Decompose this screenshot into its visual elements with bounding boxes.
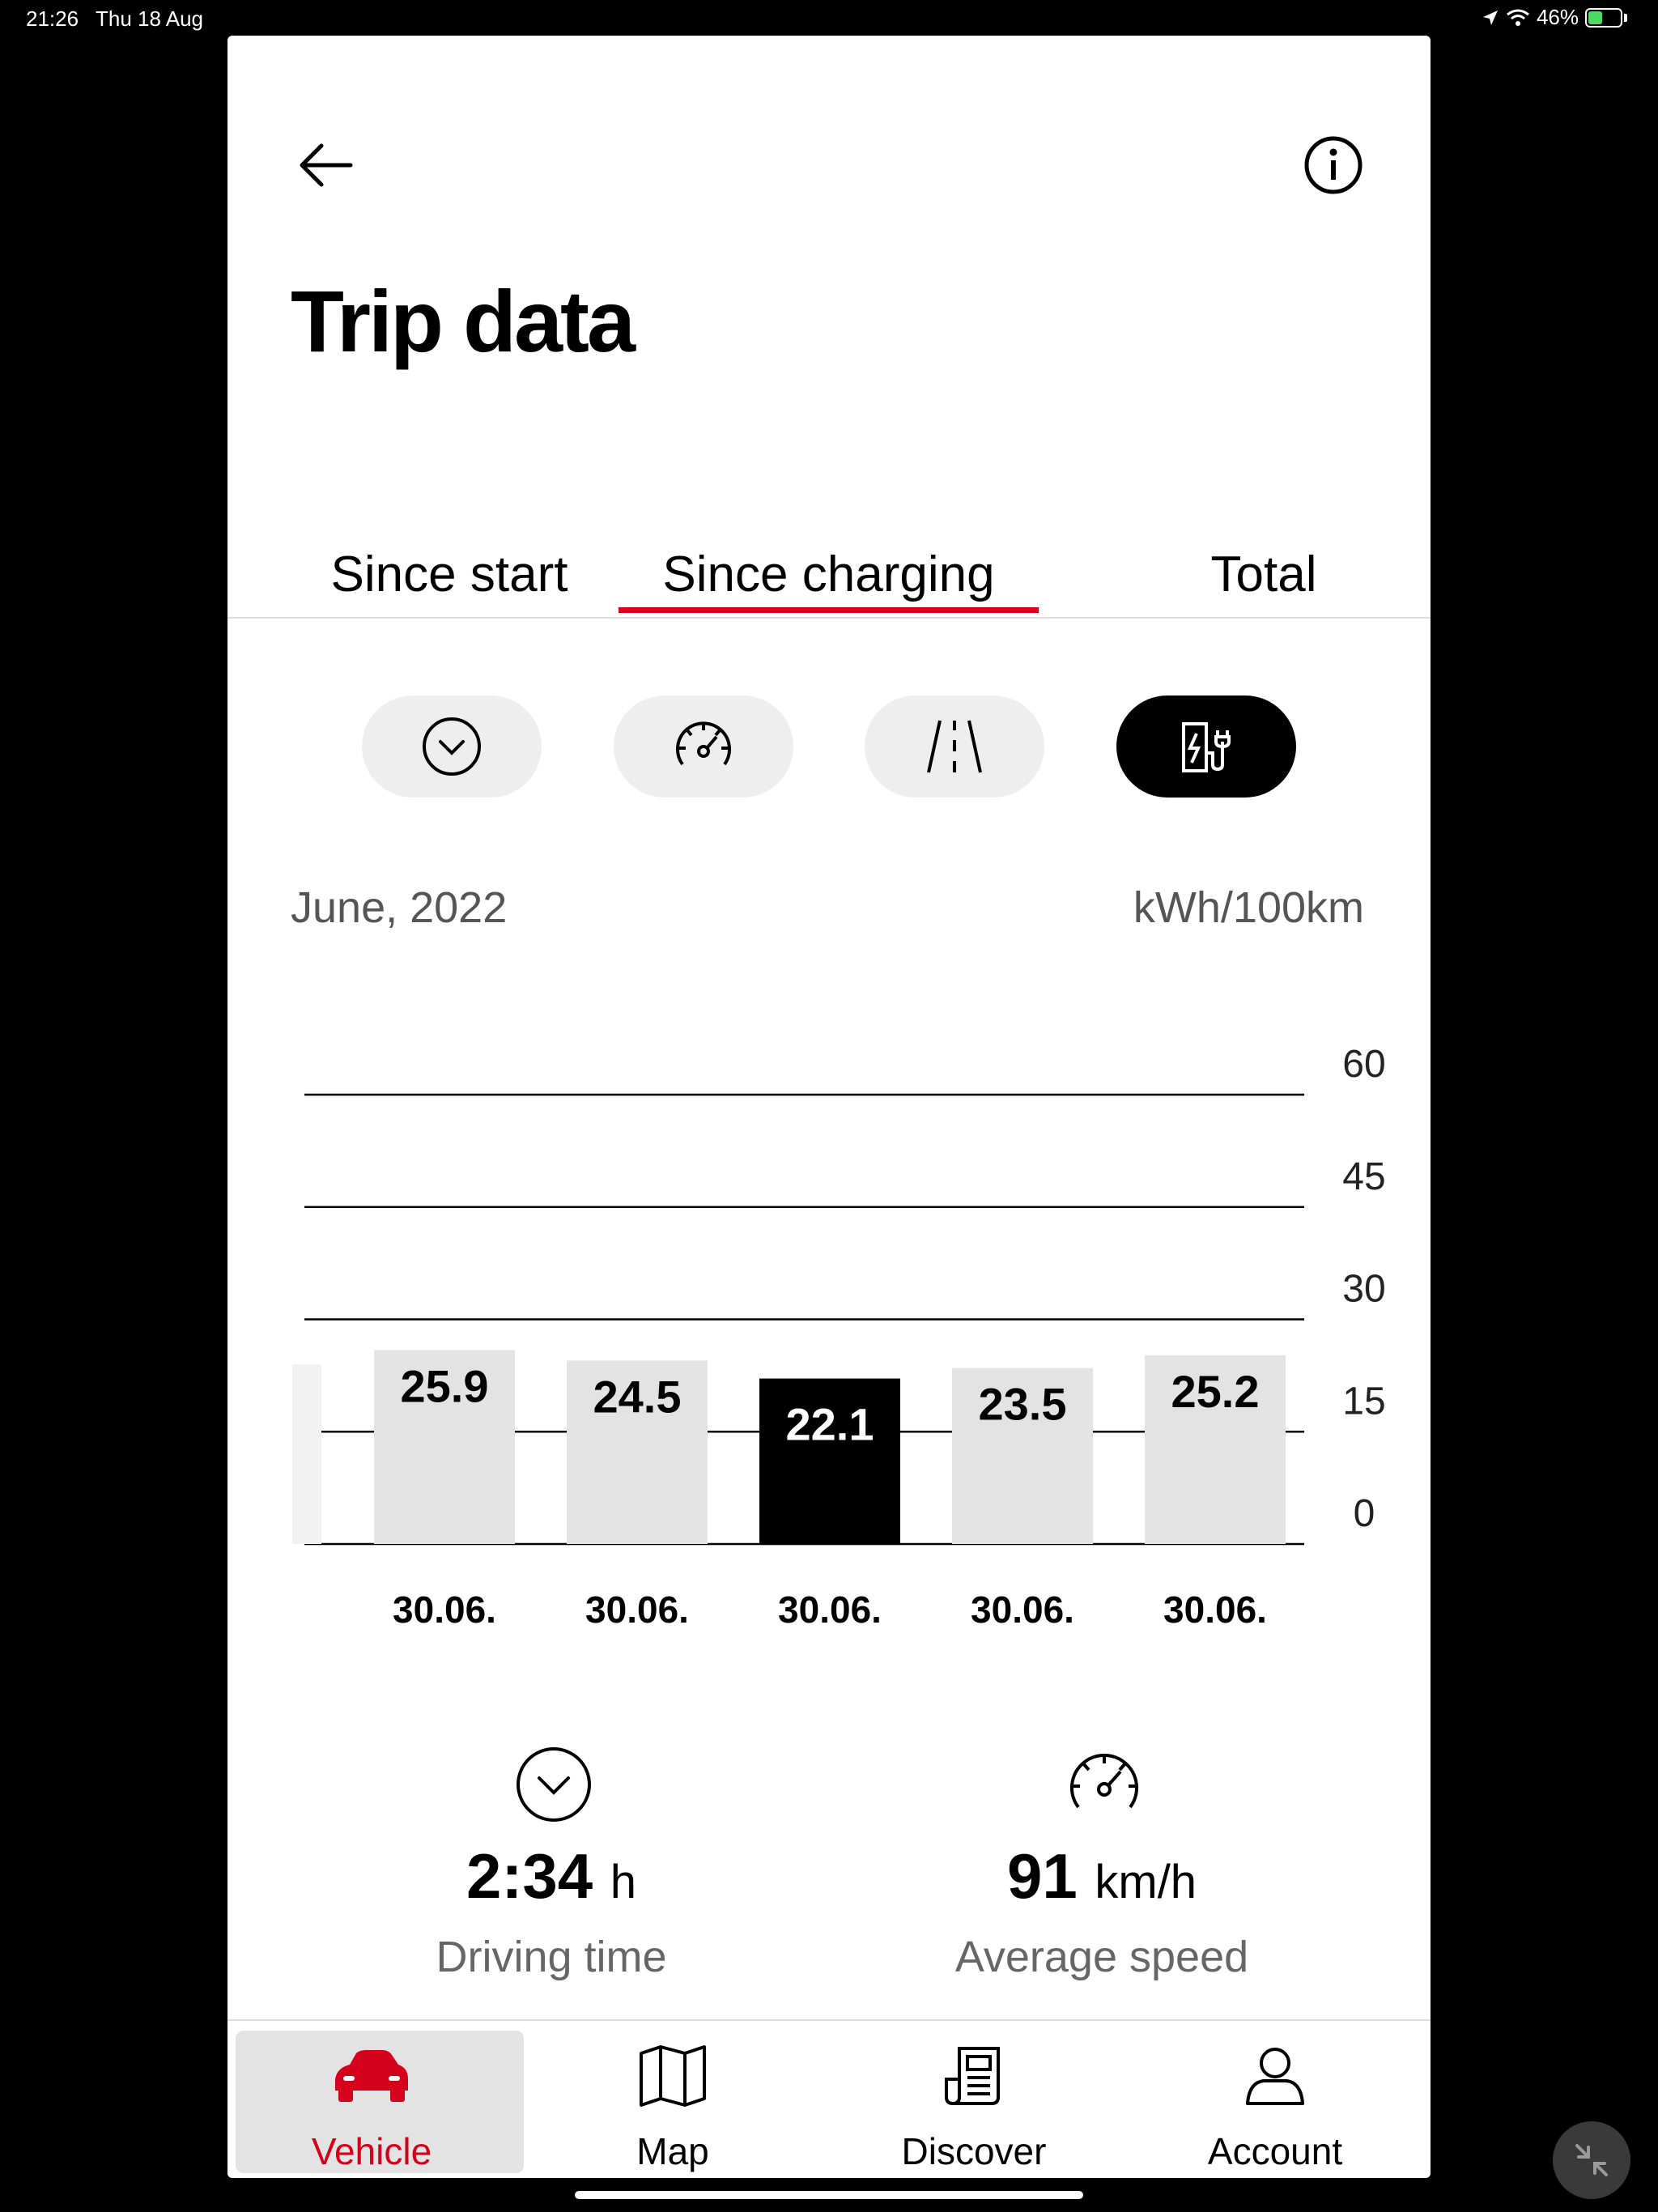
info-icon [1304, 136, 1363, 194]
bar-value-label: 24.5 [593, 1371, 682, 1422]
status-time: 21:26 [26, 6, 79, 31]
average-speed-number: 91 [1006, 1840, 1078, 1912]
filter-driving-time-button[interactable] [362, 696, 542, 798]
battery-cap [1624, 13, 1627, 22]
driving-time-value: 2:34 h [349, 1840, 754, 1913]
page-title: Trip data [291, 272, 636, 370]
filter-distance-button[interactable] [865, 696, 1044, 798]
clock-icon [517, 1747, 591, 1822]
status-indicators: 46% [1482, 5, 1627, 30]
road-icon [927, 720, 982, 773]
active-tab-indicator [619, 607, 1039, 613]
user-icon [1246, 2048, 1304, 2105]
collapse-arrows-icon [1575, 2144, 1608, 2176]
bar-value-label: 25.9 [401, 1360, 489, 1411]
tab-since-start[interactable]: Since start [292, 546, 606, 603]
x-tick-label: 30.06. [393, 1589, 496, 1631]
home-indicator [575, 2191, 1083, 2199]
tab-bar: Since start Since charging Total [227, 521, 1431, 619]
average-speed-value: 91 km/h [899, 1840, 1304, 1913]
arrow-left-icon [300, 143, 353, 187]
location-icon [1482, 10, 1498, 25]
bottom-nav: Vehicle Map Discover Account [227, 2019, 1431, 2178]
nav-map[interactable]: Map [529, 2021, 817, 2178]
y-tick-label: 30 [1342, 1268, 1385, 1311]
y-tick-label: 15 [1342, 1380, 1385, 1423]
status-date: Thu 18 Aug [96, 6, 203, 31]
average-speed-unit: km/h [1095, 1856, 1197, 1908]
bar-value-label: 22.1 [786, 1399, 874, 1450]
newspaper-icon [945, 2047, 1000, 2105]
driving-time-stat-icon [513, 1744, 594, 1829]
average-speed-stat-icon [1064, 1744, 1145, 1829]
bar-value-label: 23.5 [979, 1379, 1067, 1430]
x-tick-label: 30.06. [971, 1589, 1074, 1631]
driving-time-label: Driving time [436, 1933, 667, 1981]
chart-period: June, 2022 [291, 883, 508, 932]
speedometer-icon [1070, 1754, 1138, 1809]
minimize-button[interactable] [1553, 2121, 1630, 2199]
battery-percent: 46% [1536, 5, 1579, 29]
y-tick-label: 60 [1342, 1043, 1385, 1086]
y-tick-label: 45 [1342, 1155, 1385, 1198]
app-sheet: Trip data Since start Since charging Tot… [227, 36, 1431, 2178]
consumption-chart: 60 45 30 15 0 25.9 30.06. 24.5 30.06. 22.1 30.06. 2… [292, 1043, 1386, 1631]
charging-station-icon [1182, 722, 1231, 772]
x-tick-label: 30.06. [1163, 1589, 1267, 1631]
x-tick-label: 30.06. [778, 1589, 882, 1631]
tab-since-charging[interactable]: Since charging [619, 546, 1039, 603]
bar-value-label: 25.2 [1171, 1366, 1260, 1417]
nav-account-label: Account [1207, 2130, 1343, 2172]
nav-discover[interactable]: Discover [830, 2021, 1118, 2178]
chart-unit: kWh/100km [1133, 883, 1364, 932]
y-tick-label: 0 [1354, 1492, 1375, 1535]
nav-account[interactable]: Account [1131, 2021, 1419, 2178]
car-icon [335, 2050, 408, 2102]
back-button[interactable] [292, 133, 357, 198]
tab-total[interactable]: Total [1142, 546, 1385, 603]
bar-partial [292, 1364, 321, 1544]
map-icon [640, 2045, 706, 2107]
driving-time-unit: h [610, 1856, 637, 1908]
nav-map-label: Map [636, 2130, 709, 2172]
battery-icon [1585, 7, 1622, 28]
wifi-icon [1507, 9, 1529, 26]
nav-vehicle[interactable]: Vehicle [227, 2021, 524, 2178]
filter-speed-button[interactable] [614, 696, 793, 798]
info-button[interactable] [1301, 133, 1366, 198]
average-speed-label: Average speed [954, 1933, 1249, 1981]
nav-vehicle-label: Vehicle [311, 2130, 432, 2172]
x-tick-label: 30.06. [585, 1589, 689, 1631]
filter-consumption-button[interactable] [1116, 696, 1296, 798]
nav-discover-label: Discover [901, 2130, 1047, 2172]
driving-time-number: 2:34 [466, 1840, 593, 1912]
clock-icon [423, 717, 481, 776]
speedometer-icon [676, 721, 731, 766]
status-bar: 21:26 Thu 18 Aug 46% [0, 0, 1658, 39]
